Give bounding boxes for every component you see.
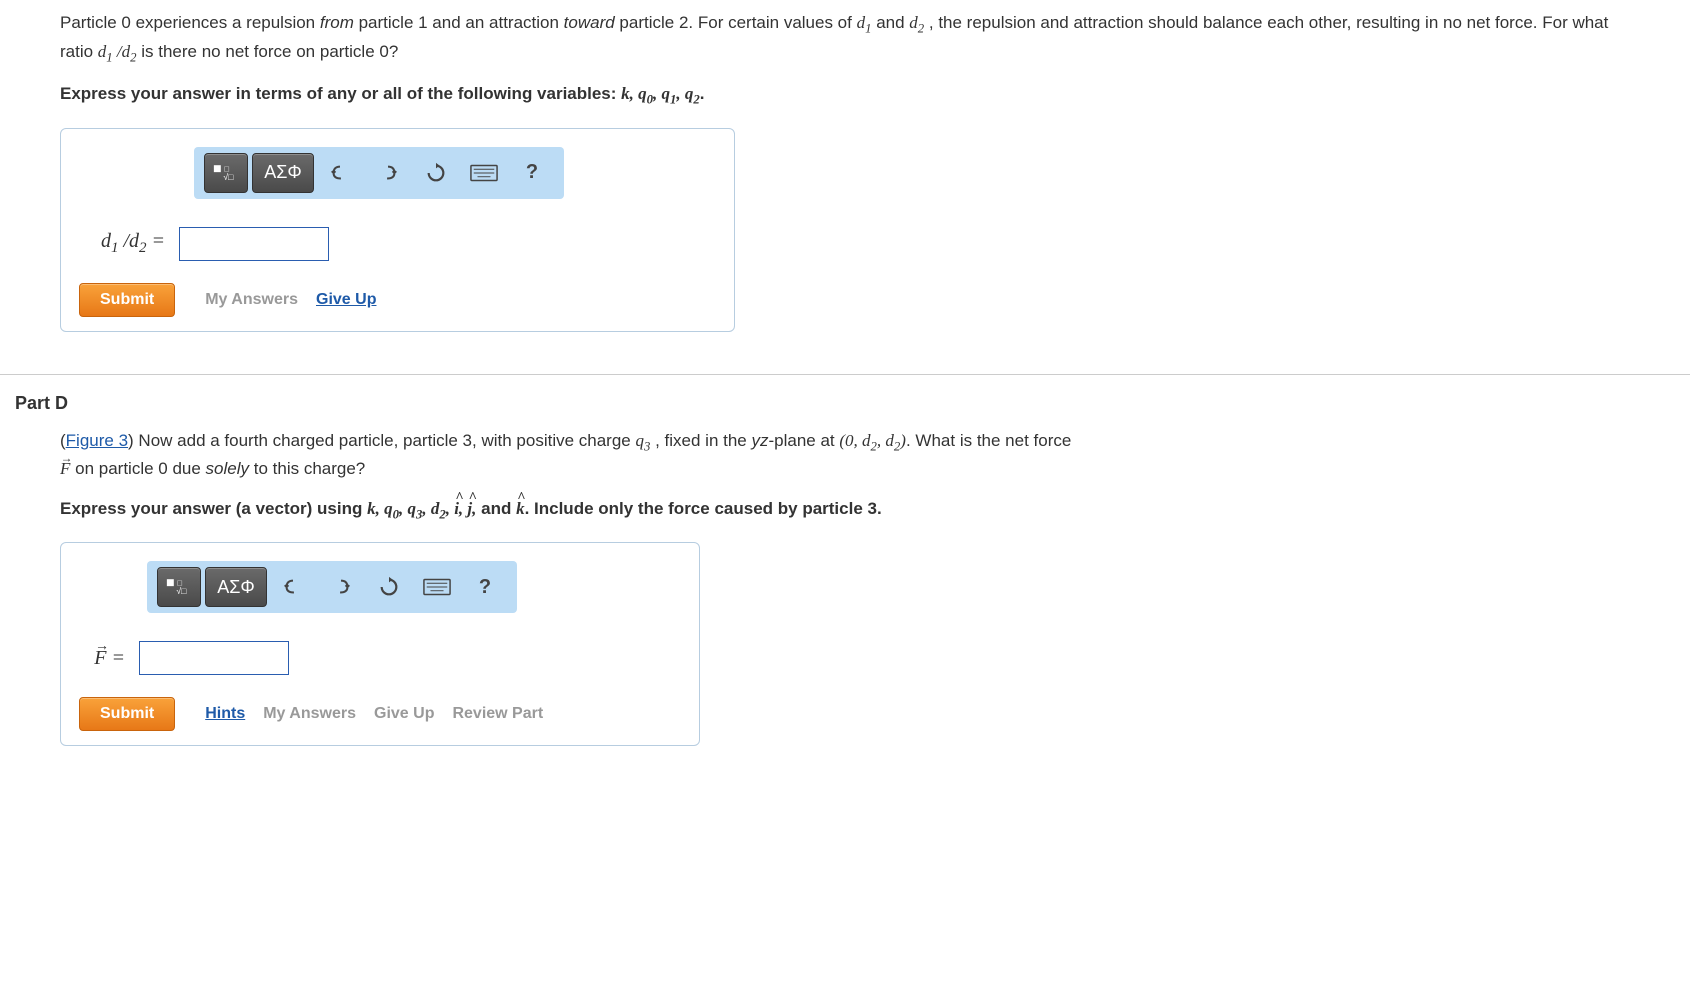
- keyboard-button[interactable]: [415, 567, 459, 607]
- hints-link[interactable]: Hints: [205, 705, 245, 723]
- help-button[interactable]: ?: [510, 153, 554, 193]
- review-part-link: Review Part: [452, 705, 543, 723]
- figure-link[interactable]: Figure 3: [66, 431, 128, 450]
- button-row-d: Submit Hints My Answers Give Up Review P…: [79, 697, 681, 731]
- my-answers-link: My Answers: [205, 291, 298, 309]
- submit-button[interactable]: Submit: [79, 697, 175, 731]
- reset-button[interactable]: [367, 567, 411, 607]
- give-up-link: Give Up: [374, 705, 434, 723]
- answer-label-c: d1 /d2 =: [79, 230, 169, 257]
- undo-button[interactable]: [318, 153, 362, 193]
- equation-toolbar-d: □√□ ΑΣΦ ?: [147, 561, 517, 613]
- templates-button[interactable]: □√□: [157, 567, 201, 607]
- equation-toolbar: □√□ ΑΣΦ ?: [194, 147, 564, 199]
- my-answers-link: My Answers: [263, 705, 356, 723]
- svg-text:√□: √□: [223, 171, 234, 181]
- answer-box-d: □√□ ΑΣΦ ? F = Submit Hints: [60, 542, 700, 746]
- instruction-c: Express your answer in terms of any or a…: [60, 81, 1630, 110]
- problem-text-d: (Figure 3) Now add a fourth charged part…: [60, 428, 1630, 482]
- keyboard-button[interactable]: [462, 153, 506, 193]
- part-divider: [0, 374, 1690, 375]
- part-d-header: Part D: [15, 393, 1690, 414]
- help-button[interactable]: ?: [463, 567, 507, 607]
- answer-box-c: □√□ ΑΣΦ ? d1 /d2 = Submit My Answ: [60, 128, 735, 332]
- instruction-d: Express your answer (a vector) using k, …: [60, 496, 1630, 525]
- redo-button[interactable]: [366, 153, 410, 193]
- answer-input-c[interactable]: [179, 227, 329, 261]
- undo-button[interactable]: [271, 567, 315, 607]
- greek-button[interactable]: ΑΣΦ: [252, 153, 314, 193]
- answer-line-d: F =: [79, 641, 681, 675]
- answer-label-d: F =: [79, 647, 129, 670]
- templates-button[interactable]: □√□: [204, 153, 248, 193]
- svg-text:√□: √□: [176, 586, 187, 596]
- reset-button[interactable]: [414, 153, 458, 193]
- answer-input-d[interactable]: [139, 641, 289, 675]
- submit-button[interactable]: Submit: [79, 283, 175, 317]
- give-up-link[interactable]: Give Up: [316, 291, 376, 309]
- problem-text-c: Particle 0 experiences a repulsion from …: [60, 10, 1630, 67]
- redo-button[interactable]: [319, 567, 363, 607]
- greek-button[interactable]: ΑΣΦ: [205, 567, 267, 607]
- button-row-c: Submit My Answers Give Up: [79, 283, 716, 317]
- answer-line-c: d1 /d2 =: [79, 227, 716, 261]
